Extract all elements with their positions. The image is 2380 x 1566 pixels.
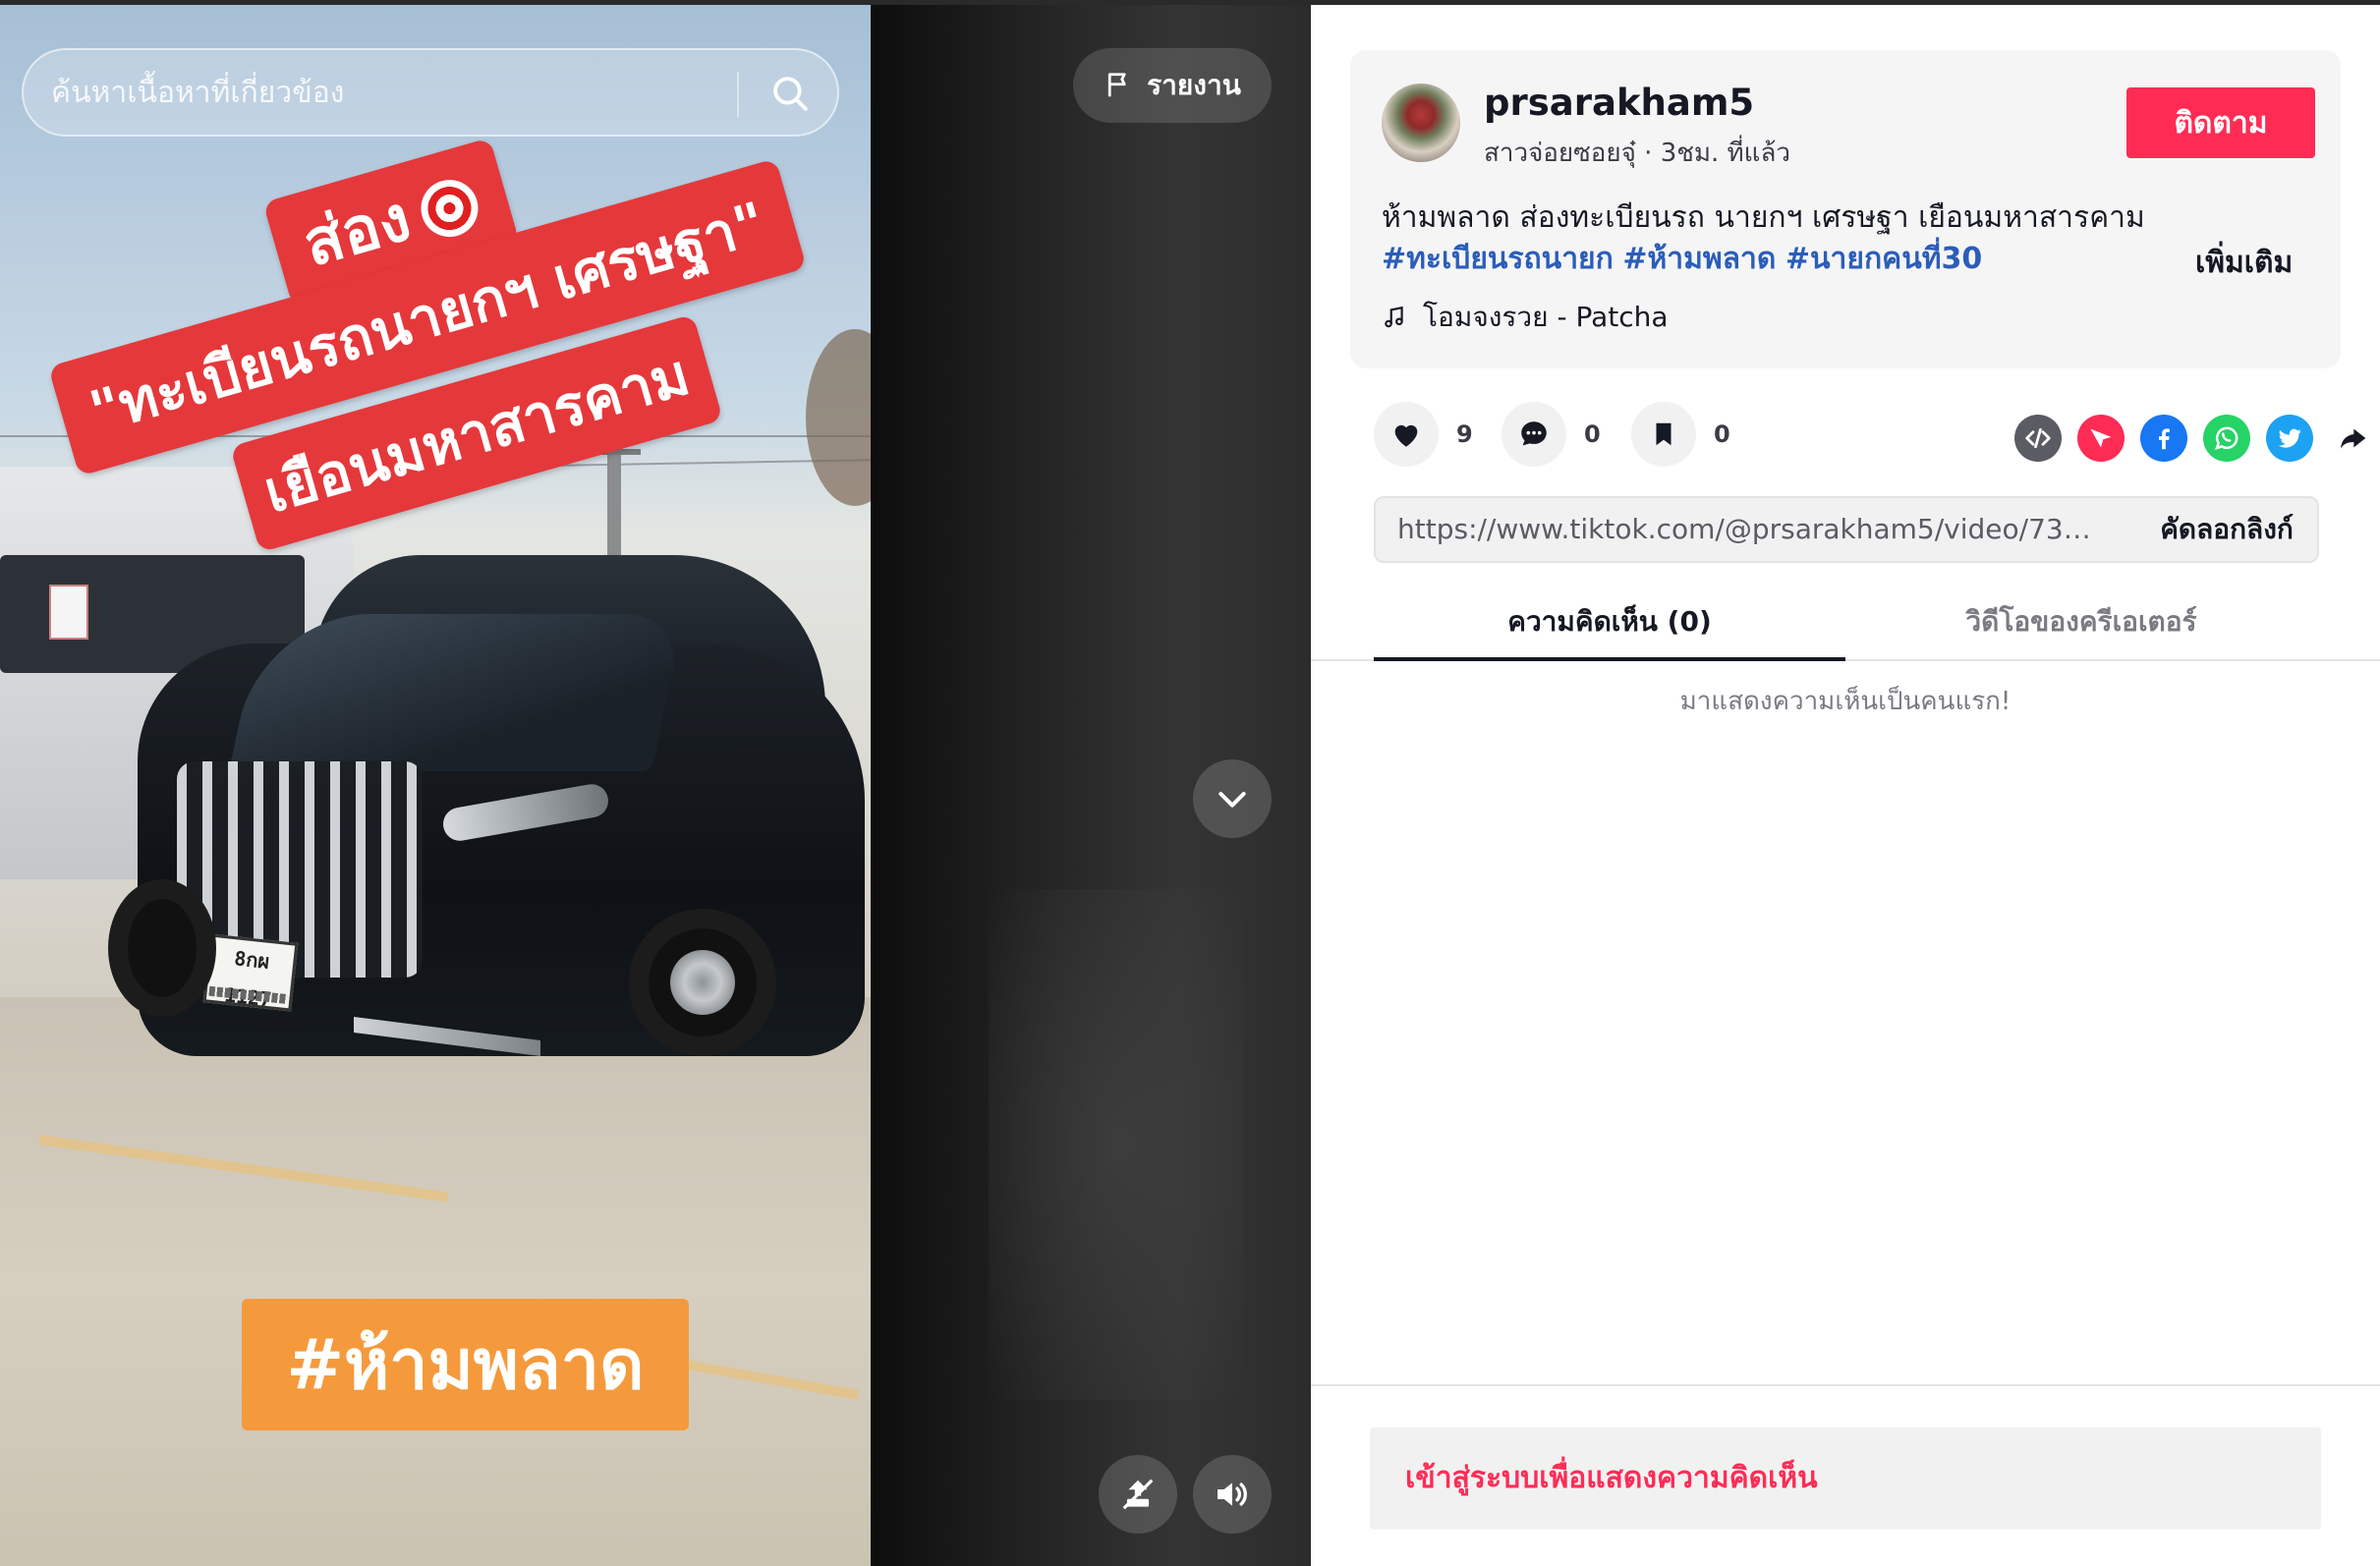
search-divider — [737, 72, 739, 117]
video-link-url[interactable]: https://www.tiktok.com/@prsarakham5/vide… — [1397, 498, 2105, 561]
facebook-icon — [2159, 428, 2170, 450]
login-to-comment-link[interactable]: เข้าสู่ระบบเพื่อแสดงความคิดเห็น — [1405, 1427, 1818, 1530]
send-to-friends-button[interactable] — [2077, 415, 2125, 462]
car-rim — [670, 950, 735, 1015]
more-share-button[interactable] — [2329, 415, 2376, 462]
post-info-card: prsarakham5 สาวจ่อยซอยจุ๋ · 3ชม. ที่แล้ว… — [1350, 50, 2341, 368]
black-minivan: 8กผ 1127 — [108, 555, 865, 1105]
search-input[interactable] — [51, 50, 739, 135]
save-button[interactable] — [1631, 402, 1696, 467]
tab-comments[interactable]: ความคิดเห็น (0) — [1374, 592, 1845, 661]
report-button[interactable]: รายงาน — [1073, 48, 1272, 123]
volume-button[interactable] — [1193, 1455, 1272, 1534]
search-icon — [773, 77, 808, 111]
save-action[interactable]: 0 — [1631, 402, 1730, 467]
username[interactable]: prsarakham5 — [1484, 82, 1754, 124]
like-count: 9 — [1456, 420, 1473, 448]
user-subtitle: สาวจ่อยซอยจุ๋ · 3ชม. ที่แล้ว — [1484, 133, 1790, 173]
heart-icon — [1394, 424, 1418, 447]
video-link-box: https://www.tiktok.com/@prsarakham5/vide… — [1374, 496, 2319, 563]
action-bar: 9 0 0 — [1374, 402, 2366, 469]
see-more-button[interactable]: เพิ่มเติม — [2195, 240, 2293, 286]
share-arrow-icon — [2341, 428, 2366, 449]
copy-link-button[interactable]: คัดลอกลิงก์ — [2132, 498, 2321, 561]
van-sticker — [49, 585, 88, 640]
whatsapp-icon — [2215, 426, 2238, 450]
description-text: ห้ามพลาด ส่องทะเบียนรถ นายกฯ เศรษฐา เยือ… — [1382, 200, 2145, 235]
video-player[interactable]: 8กผ 1127 ส่อง "ทะเบียนรถนายกฯ เศรษฐา" เย… — [0, 5, 1311, 1566]
car-wheel — [108, 879, 216, 1017]
save-count: 0 — [1714, 420, 1730, 448]
music-note-icon — [1385, 306, 1403, 328]
car-windshield — [228, 614, 686, 771]
floating-player-button[interactable] — [1099, 1455, 1177, 1534]
post-time: 3ชม. ที่แล้ว — [1660, 139, 1790, 168]
facebook-share-button[interactable] — [2140, 415, 2187, 462]
music-link[interactable]: โอมจงรวย - Patcha — [1382, 296, 1669, 339]
like-action[interactable]: 9 — [1374, 402, 1473, 467]
volume-icon — [1218, 1482, 1247, 1506]
hashtag-link[interactable]: #นายกคนที่30 — [1785, 242, 1982, 276]
divider — [1311, 1384, 2380, 1386]
embed-button[interactable] — [2014, 415, 2062, 462]
car-wheel — [629, 909, 776, 1056]
hashtag-link[interactable]: #ห้ามพลาด — [1622, 242, 1776, 276]
whatsapp-share-button[interactable] — [2203, 415, 2250, 462]
chevron-down-icon — [1218, 792, 1246, 808]
comment-tabs: ความคิดเห็น (0) วิดีโอของครีเอเตอร์ — [1311, 592, 2380, 661]
flag-icon — [1108, 73, 1126, 97]
nickname: สาวจ่อยซอยจุ๋ — [1484, 139, 1636, 168]
music-title: โอมจงรวย - Patcha — [1423, 301, 1669, 333]
post-description: ห้ามพลาด ส่องทะเบียนรถ นายกฯ เศรษฐา เยือ… — [1382, 197, 2178, 280]
twitter-share-button[interactable] — [2266, 415, 2313, 462]
report-label: รายงาน — [1147, 69, 1241, 101]
comment-action[interactable]: 0 — [1502, 402, 1601, 467]
avatar[interactable] — [1382, 84, 1460, 162]
search-button[interactable] — [763, 66, 818, 121]
background-tree — [806, 329, 871, 506]
hashtag-link[interactable]: #ทะเบียนรถนายก — [1382, 242, 1614, 276]
follow-button[interactable]: ติดตาม — [2126, 87, 2315, 158]
twitter-icon — [2278, 428, 2301, 448]
login-to-comment-bar[interactable]: เข้าสู่ระบบเพื่อแสดงความคิดเห็น — [1370, 1427, 2321, 1530]
send-icon — [2090, 428, 2112, 448]
like-button[interactable] — [1374, 402, 1439, 467]
embed-icon — [2025, 427, 2051, 449]
search-bar[interactable] — [22, 48, 839, 137]
next-video-button[interactable] — [1193, 759, 1272, 838]
details-panel: prsarakham5 สาวจ่อยซอยจุ๋ · 3ชม. ที่แล้ว… — [1311, 5, 2380, 1566]
comments-empty-message: มาแสดงความเห็นเป็นคนแรก! — [1679, 687, 2012, 716]
video-frame[interactable]: 8กผ 1127 ส่อง "ทะเบียนรถนายกฯ เศรษฐา" เย… — [0, 5, 871, 1566]
overlay-hashtag: #ห้ามพลาด — [242, 1299, 689, 1430]
tab-creator-videos[interactable]: วิดีโอของครีเอเตอร์ — [1845, 592, 2317, 661]
comment-count: 0 — [1584, 420, 1601, 448]
bullseye-icon — [415, 173, 485, 245]
comment-button[interactable] — [1502, 402, 1566, 467]
bookmark-icon — [1656, 422, 1672, 446]
meta-separator: · — [1635, 139, 1661, 168]
floating-player-icon — [1122, 1479, 1154, 1510]
comment-icon — [1521, 421, 1547, 446]
license-plate: 8กผ 1127 — [202, 933, 299, 1012]
